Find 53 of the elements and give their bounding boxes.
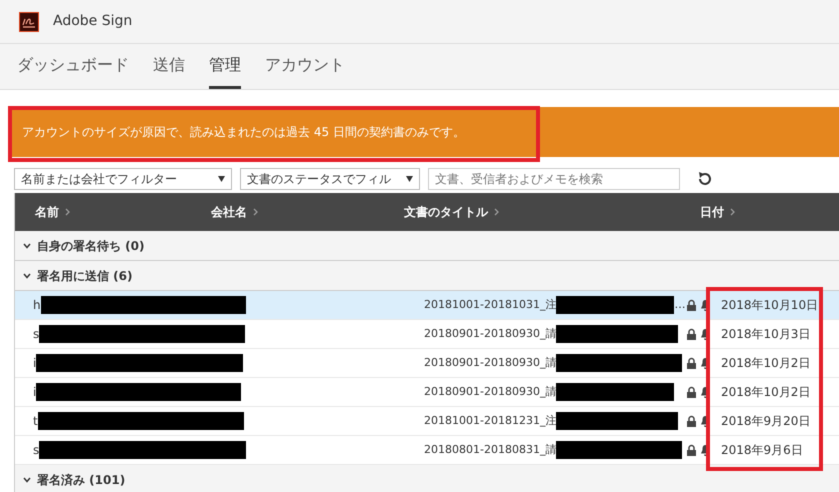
filter-dropdown[interactable]: 名前または会社でフィルター <box>14 168 232 190</box>
column-header[interactable]: 文書のタイトル <box>404 203 488 221</box>
date-text: 2018年9月20日 <box>721 413 810 430</box>
group-label: 署名済み (101) <box>37 472 126 488</box>
refresh-icon[interactable] <box>696 170 714 188</box>
caret-icon <box>406 176 413 182</box>
group-label: 自身の署名待ち (0) <box>37 238 144 254</box>
title-text: 20180801-20180831_請 <box>424 442 556 458</box>
date-text: 2018年10月2日 <box>721 384 810 401</box>
nav-tab[interactable]: ダッシュボード <box>17 43 129 89</box>
table-row[interactable]: h 20181001-20181031_注 … 2018年10月10日 <box>15 291 839 320</box>
title-text: 20180901-20180930_請 <box>424 384 556 400</box>
lock-icon[interactable] <box>686 299 697 311</box>
ellipsis-text: … <box>674 296 686 313</box>
group-label: 署名用に送信 (6) <box>37 268 132 284</box>
search-field[interactable]: 文書、受信者およびメモを検索 <box>428 168 680 190</box>
filter-dropdown[interactable]: 文書のステータスでフィル <box>240 168 420 190</box>
column-header[interactable]: 名前 <box>35 203 59 221</box>
lock-icon[interactable] <box>686 386 697 398</box>
notice-banner: アカウントのサイズが原因で、読み込まれたのは過去 45 日間の契約書のみです。 <box>10 107 839 157</box>
date-text: 2018年10月10日 <box>721 297 818 314</box>
app-logo <box>19 12 39 32</box>
group-header[interactable]: 署名用に送信 (6) <box>15 261 839 291</box>
group-header[interactable]: 自身の署名待ち (0) <box>15 231 839 261</box>
chevron-icon <box>65 208 70 216</box>
title-text: 20180901-20180930_請 <box>424 354 556 371</box>
chevron-icon <box>494 208 499 216</box>
lock-icon[interactable] <box>686 444 697 456</box>
lock-icon[interactable] <box>686 357 697 369</box>
nav-tab[interactable]: 管理 <box>209 43 241 89</box>
nav-tab[interactable]: アカウント <box>265 43 345 89</box>
name-text: s <box>33 442 40 459</box>
title-text: 20181001-20181031_注 <box>424 296 556 313</box>
title-text: 20181001-20181231_注 <box>424 412 556 429</box>
name-text: t <box>33 413 38 430</box>
title-text: 20180901-20180930_請 <box>424 326 556 342</box>
column-header[interactable]: 日付 <box>700 203 724 221</box>
app-title: Adobe Sign <box>53 12 132 31</box>
column-header[interactable]: 会社名 <box>211 203 247 221</box>
name-text: i <box>33 355 36 372</box>
name-text: h <box>33 297 41 314</box>
group-header[interactable]: 署名済み (101) <box>15 465 839 492</box>
chevron-icon <box>253 208 258 216</box>
nav-tab[interactable]: 送信 <box>153 43 185 89</box>
lock-icon[interactable] <box>686 328 697 340</box>
name-text: s <box>33 326 40 343</box>
lock-icon[interactable] <box>686 415 697 427</box>
caret-icon <box>218 176 225 182</box>
name-text: i <box>33 384 36 401</box>
date-text: 2018年9月6日 <box>721 442 803 459</box>
chevron-icon <box>730 208 735 216</box>
date-text: 2018年10月3日 <box>721 326 810 343</box>
date-text: 2018年10月2日 <box>721 355 810 372</box>
